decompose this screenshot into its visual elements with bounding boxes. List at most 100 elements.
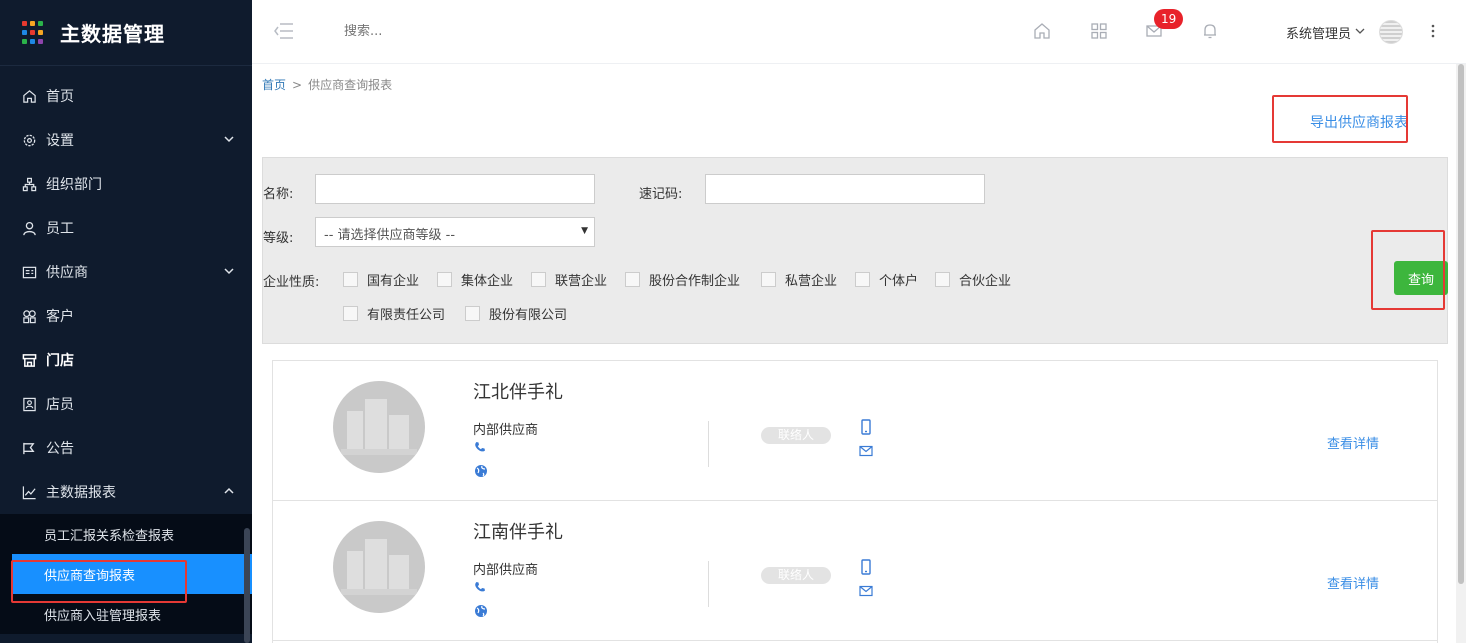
list-item: 江北伴手礼 内部供应商 联络人 查看详情 [273,361,1437,501]
sidebar-scrollbar[interactable] [244,528,250,643]
divider [708,421,709,467]
user-icon [20,219,38,237]
sidebar-item-label: 供应商 [46,265,88,281]
customer-icon [20,307,38,325]
view-detail-link[interactable]: 查看详情 [1327,573,1379,592]
submenu-item-supplier-onboard[interactable]: 供应商入驻管理报表 [0,594,252,634]
view-detail-link[interactable]: 查看详情 [1327,433,1379,452]
brand-dot [38,29,43,35]
brand-dot [30,20,35,26]
breadcrumb-home-link[interactable]: 首页 [262,78,286,92]
checkbox-box[interactable] [343,272,358,287]
avatar[interactable] [1379,20,1403,44]
chevron-down-icon [1355,25,1365,40]
sidebar-item-label: 公告 [46,441,74,457]
sidebar-item-label: 门店 [46,353,74,369]
supplier-list: 江北伴手礼 内部供应商 联络人 查看详情 江南伴手礼 内部供应商 联络人 查看详… [272,360,1438,643]
level-select[interactable]: -- 请选择供应商等级 -- ▼ [315,217,595,247]
bell-icon[interactable] [1201,22,1219,44]
phone-icon [474,581,486,597]
sidebar-item-label: 员工 [46,221,74,237]
level-select-value: -- 请选择供应商等级 -- [324,228,456,243]
sidebar-item-vendor[interactable]: 供应商 [0,250,252,294]
sidebar-item-notice[interactable]: 公告 [0,426,252,470]
query-button[interactable]: 查询 [1394,261,1448,295]
page-scrollbar[interactable] [1456,64,1466,643]
checkbox-label: 联营企业 [555,274,608,289]
checkbox-label: 股份合作制企业 [649,274,741,289]
chart-icon [20,483,38,501]
brand-dot [22,38,27,44]
mobile-icon [860,419,872,439]
checkbox-box[interactable] [625,272,640,287]
checkbox-box[interactable] [465,306,480,321]
search-input[interactable] [344,24,544,39]
chevron-down-icon [224,264,234,280]
checkbox-label: 有限责任公司 [367,308,446,323]
submenu-item-supplier-query[interactable]: 供应商查询报表 [12,554,252,594]
org-icon [20,175,38,193]
home-icon[interactable] [1033,22,1051,44]
sidebar-item-clerk[interactable]: 店员 [0,382,252,426]
checkbox-label: 集体企业 [461,274,514,289]
breadcrumb-separator: > [292,78,303,92]
checkbox-individual[interactable]: 个体户 [855,270,918,289]
checkbox-box[interactable] [343,306,358,321]
sidebar-item-org[interactable]: 组织部门 [0,162,252,206]
checkbox-llc[interactable]: 有限责任公司 [343,304,445,323]
checkbox-box[interactable] [935,272,950,287]
page-scrollbar-thumb[interactable] [1458,64,1464,584]
sidebar-item-label: 设置 [46,133,74,149]
name-input[interactable] [315,174,595,204]
sidebar-nav: 首页 设置 组织部门 员工 供应商 客户 门店 店员 公告 主数据报表 [0,66,252,514]
brand-dot [38,38,43,44]
sidebar-item-staff[interactable]: 员工 [0,206,252,250]
checkbox-joint-stock-coop[interactable]: 股份合作制企业 [625,270,740,289]
chevron-down-icon [224,132,234,148]
checkbox-box[interactable] [437,272,452,287]
checkbox-private[interactable]: 私营企业 [761,270,837,289]
level-label: 等级: [263,231,294,246]
brand: 主数据管理 [0,0,252,66]
chevron-up-icon [224,484,234,500]
code-label: 速记码: [639,187,683,202]
checkbox-joint-stock-ltd[interactable]: 股份有限公司 [465,304,567,323]
checkbox-joint[interactable]: 联营企业 [531,270,607,289]
checkbox-collective[interactable]: 集体企业 [437,270,513,289]
checkbox-state-owned[interactable]: 国有企业 [343,270,419,289]
menu-toggle-icon[interactable] [274,22,294,44]
code-input[interactable] [705,174,985,204]
divider [708,561,709,607]
user-menu[interactable]: 系统管理员 [1286,23,1365,42]
submenu-item-staff-report[interactable]: 员工汇报关系检查报表 [0,514,252,554]
reports-submenu: 员工汇报关系检查报表 供应商查询报表 供应商入驻管理报表 [0,514,252,634]
supplier-logo [333,521,425,613]
mobile-icon [860,559,872,579]
sidebar-item-reports[interactable]: 主数据报表 [0,470,252,514]
sidebar-item-store[interactable]: 门店 [0,338,252,382]
sidebar-item-customer[interactable]: 客户 [0,294,252,338]
checkbox-box[interactable] [761,272,776,287]
sidebar-item-label: 组织部门 [46,177,102,193]
supplier-type: 内部供应商 [473,423,539,438]
app-title: 主数据管理 [60,22,165,46]
checkbox-box[interactable] [531,272,546,287]
brand-dot [38,20,43,26]
sidebar-item-label: 客户 [46,309,74,325]
filter-panel: 名称: 速记码: 等级: -- 请选择供应商等级 -- ▼ 企业性质: 国有企业… [262,157,1448,344]
list-item: 江南伴手礼 内部供应商 联络人 查看详情 [273,501,1437,641]
gear-icon [20,131,38,149]
contact-badge: 联络人 [761,567,831,584]
caret-down-icon: ▼ [581,226,588,236]
checkbox-box[interactable] [855,272,870,287]
sidebar-item-settings[interactable]: 设置 [0,118,252,162]
brand-dot [22,29,27,35]
mail-icon [859,445,873,461]
more-vertical-icon[interactable] [1430,22,1436,44]
sidebar-item-label: 首页 [46,89,74,105]
export-supplier-report-link[interactable]: 导出供应商报表 [1310,112,1408,132]
notice-icon [20,439,38,457]
apps-grid-icon[interactable] [1090,22,1108,44]
checkbox-partnership[interactable]: 合伙企业 [935,270,1011,289]
sidebar-item-home[interactable]: 首页 [0,74,252,118]
